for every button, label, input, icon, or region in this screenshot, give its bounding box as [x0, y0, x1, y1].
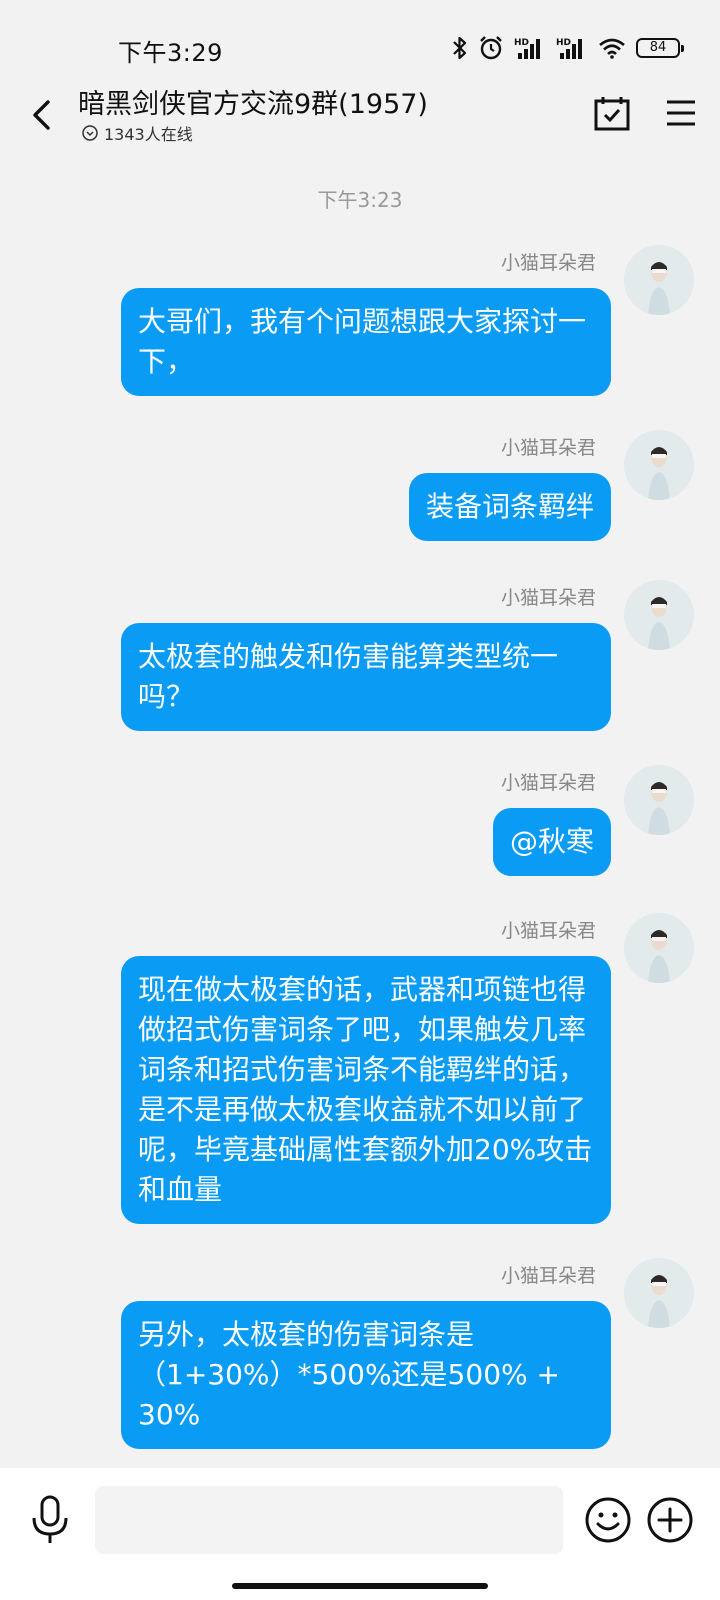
- input-bar: [0, 1468, 720, 1568]
- message-bubble[interactable]: 大哥们，我有个问题想跟大家探讨一下，: [121, 288, 611, 396]
- sender-name: 小猫耳朵君: [500, 772, 596, 794]
- back-button[interactable]: [24, 92, 60, 138]
- sender-name: 小猫耳朵君: [500, 1265, 596, 1287]
- message-bubble[interactable]: 现在做太极套的话，武器和项链也得做招式伤害词条了吧，如果触发几率词条和招式伤害词…: [121, 956, 611, 1224]
- avatar[interactable]: [624, 765, 694, 835]
- avatar[interactable]: [624, 913, 694, 983]
- menu-button[interactable]: [664, 96, 698, 130]
- avatar[interactable]: [624, 430, 694, 500]
- avatar[interactable]: [624, 1258, 694, 1328]
- svg-text:HD: HD: [514, 38, 529, 48]
- status-bar: 下午3:29 HD HD 84: [0, 0, 720, 80]
- message-bubble[interactable]: 太极套的触发和伤害能算类型统一吗？: [121, 623, 611, 731]
- svg-text:HD: HD: [556, 38, 571, 48]
- emoji-button[interactable]: [584, 1496, 632, 1544]
- online-count: 1343人在线: [104, 125, 193, 144]
- calendar-check-button[interactable]: [592, 94, 632, 134]
- add-button[interactable]: [646, 1496, 694, 1544]
- bluetooth-icon: [453, 36, 467, 60]
- status-time: 下午3:29: [118, 39, 223, 67]
- status-icons: HD HD 84: [452, 34, 684, 62]
- alarm-icon: [480, 36, 502, 60]
- message-bubble[interactable]: 装备词条羁绊: [408, 473, 611, 541]
- hd-signal-icon: HD: [514, 38, 540, 59]
- sender-name: 小猫耳朵君: [500, 920, 596, 942]
- avatar[interactable]: [624, 580, 694, 650]
- sender-name: 小猫耳朵君: [500, 437, 596, 459]
- wifi-icon: [599, 38, 625, 59]
- group-title[interactable]: 暗黑剑侠官方交流9群(1957): [78, 82, 428, 121]
- message-bubble[interactable]: 另外，太极套的伤害词条是（1+30%）*500%还是500% + 30%: [121, 1301, 611, 1449]
- message-timestamp: 下午3:23: [317, 188, 403, 212]
- message-input[interactable]: [95, 1486, 563, 1554]
- battery-icon: 84: [636, 38, 684, 58]
- sender-name: 小猫耳朵君: [500, 587, 596, 609]
- chat-header: 暗黑剑侠官方交流9群(1957) 1343人在线: [0, 80, 720, 152]
- sender-name: 小猫耳朵君: [500, 252, 596, 274]
- home-indicator[interactable]: [232, 1583, 488, 1589]
- microphone-button[interactable]: [28, 1494, 72, 1546]
- avatar[interactable]: [624, 245, 694, 315]
- hd-signal-icon: HD: [556, 38, 582, 59]
- message-bubble[interactable]: @秋寒: [492, 808, 611, 876]
- online-status: 1343人在线: [82, 121, 193, 145]
- chevron-circle-icon: [82, 125, 98, 141]
